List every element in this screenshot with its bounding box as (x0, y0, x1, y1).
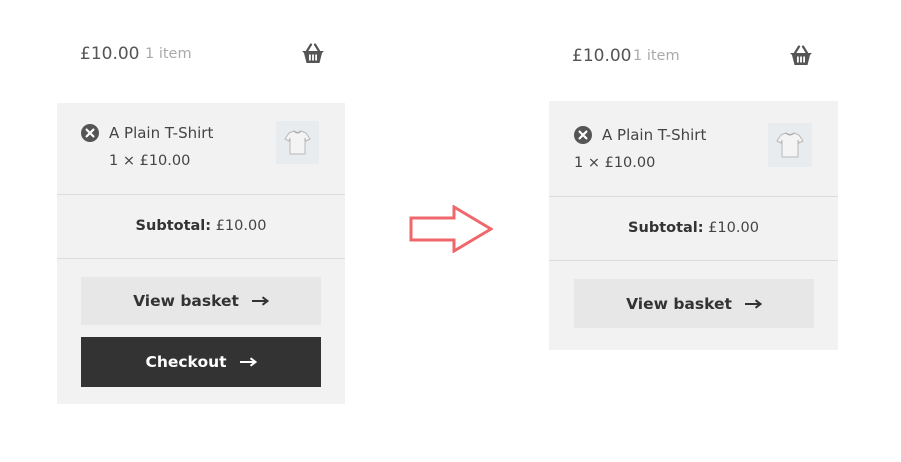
cart-item: A Plain T-Shirt 1 × £10.00 (57, 103, 345, 195)
item-quantity: 1 × £10.00 (574, 155, 656, 171)
remove-icon[interactable] (574, 126, 592, 144)
tshirt-icon (284, 130, 311, 155)
subtotal: Subtotal: £10.00 (57, 195, 345, 259)
cart-dropdown: A Plain T-Shirt 1 × £10.00 Subtotal: £10… (549, 101, 838, 350)
cart-item-count[interactable]: 1 item (145, 46, 192, 62)
tshirt-thumbnail[interactable] (276, 121, 319, 164)
view-basket-button[interactable]: View basket (574, 279, 814, 328)
tshirt-thumbnail[interactable] (768, 123, 812, 167)
cart-header[interactable]: £10.00 1 item (57, 40, 345, 70)
cart-item-count[interactable]: 1 item (633, 48, 680, 64)
subtotal-value: £10.00 (708, 220, 759, 236)
item-name-link[interactable]: A Plain T-Shirt (109, 124, 213, 142)
basket-icon[interactable] (789, 45, 813, 67)
checkout-button[interactable]: Checkout (81, 337, 321, 387)
cart-item: A Plain T-Shirt 1 × £10.00 (549, 101, 838, 197)
cart-total[interactable]: £10.00 (572, 46, 631, 66)
cart-total[interactable]: £10.00 (80, 44, 139, 64)
arrow-right-icon (251, 296, 269, 306)
tshirt-icon (776, 132, 804, 158)
cart-header[interactable]: £10.00 1 item (549, 42, 838, 72)
arrow-right-icon (744, 298, 762, 309)
view-basket-button[interactable]: View basket (81, 277, 321, 325)
subtotal-value: £10.00 (215, 218, 267, 234)
arrow-right-icon (239, 357, 257, 367)
item-name-link[interactable]: A Plain T-Shirt (602, 126, 706, 144)
checkout-label: Checkout (145, 353, 227, 371)
subtotal-label: Subtotal: (628, 220, 704, 236)
subtotal-label: Subtotal: (135, 218, 212, 234)
cart-dropdown: A Plain T-Shirt 1 × £10.00 Subtotal: £10… (57, 103, 345, 404)
basket-icon[interactable] (301, 43, 325, 65)
transition-arrow-icon (409, 205, 493, 253)
item-quantity: 1 × £10.00 (109, 153, 191, 169)
subtotal: Subtotal: £10.00 (549, 197, 838, 261)
view-basket-label: View basket (133, 292, 239, 310)
remove-icon[interactable] (81, 124, 99, 142)
view-basket-label: View basket (626, 294, 732, 313)
